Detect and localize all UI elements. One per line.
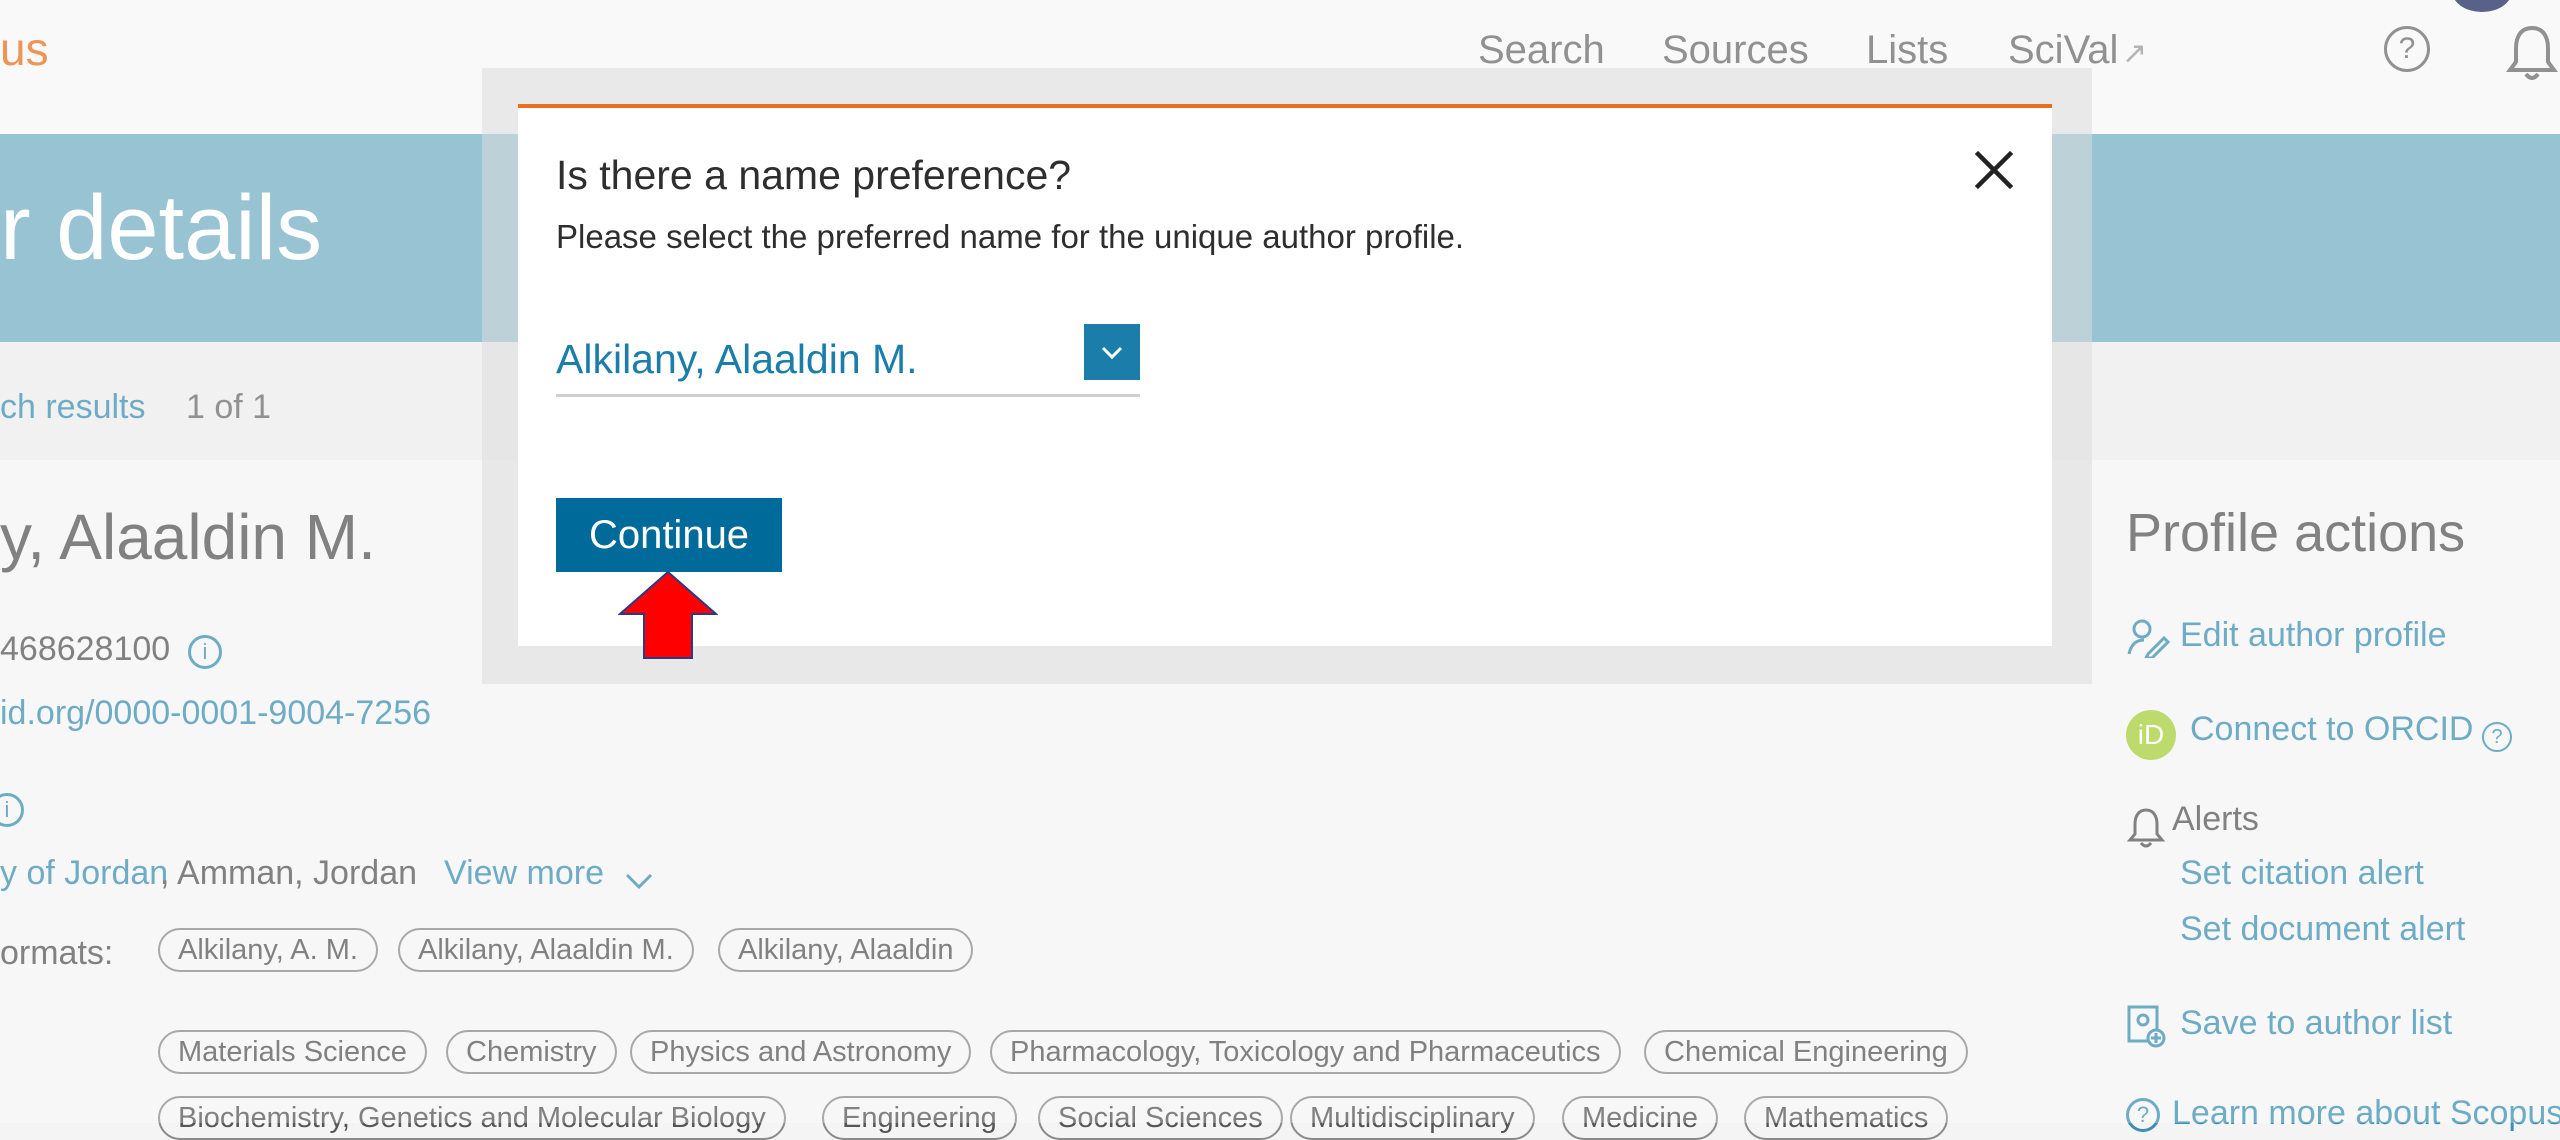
close-icon[interactable] [1970, 146, 2018, 194]
preferred-name-select[interactable]: Alkilany, Alaaldin M. [556, 336, 918, 383]
dialog-title: Is there a name preference? [556, 152, 1072, 198]
red-arrow-annotation-icon [618, 570, 718, 659]
dialog-subtitle: Please select the preferred name for the… [556, 218, 1465, 255]
continue-button[interactable]: Continue [556, 498, 782, 572]
select-underline [556, 394, 1140, 397]
chevron-down-icon[interactable] [1084, 324, 1140, 380]
